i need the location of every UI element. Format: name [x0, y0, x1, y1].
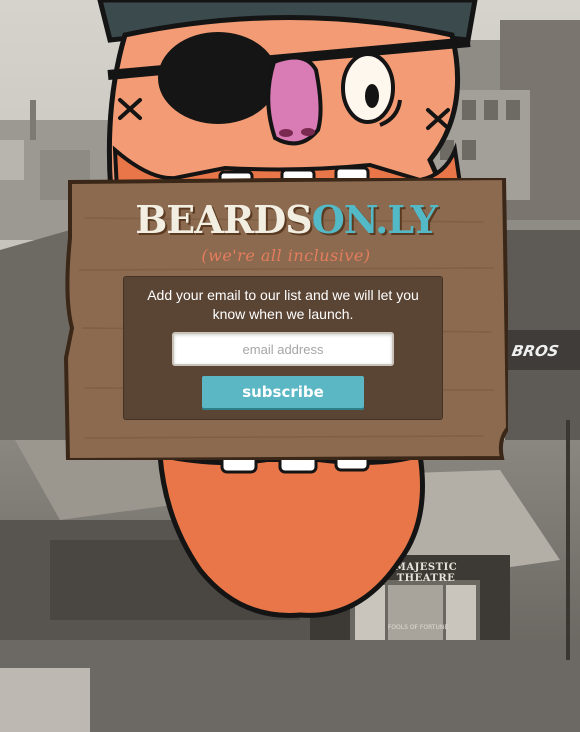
brand-name-accent: ON.LY	[311, 197, 438, 242]
signup-panel: Add your email to our list and we will l…	[123, 276, 443, 420]
brand-tagline: (we're all inclusive)	[201, 246, 371, 265]
brand-logo: BEARDSON.LY	[64, 198, 508, 242]
subscribe-button[interactable]: subscribe	[202, 376, 364, 408]
signup-message: Add your email to our list and we will l…	[147, 287, 419, 322]
email-field[interactable]	[172, 332, 394, 366]
brand-name-main: BEARDS	[135, 197, 313, 242]
wooden-signboard: BEARDSON.LY (we're all inclusive) Add yo…	[64, 178, 508, 460]
